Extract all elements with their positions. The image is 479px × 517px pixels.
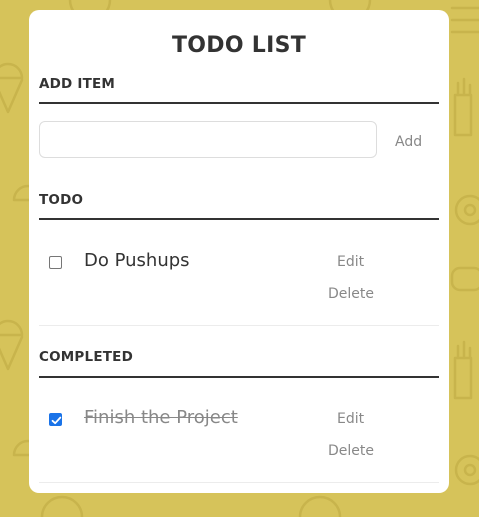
- completed-heading: COMPLETED: [39, 349, 133, 365]
- add-button[interactable]: Add: [395, 132, 422, 152]
- item-divider: [39, 325, 439, 326]
- todo-divider: [39, 218, 439, 220]
- app-title: TODO LIST: [171, 33, 307, 58]
- task-label: Finish the Project: [84, 407, 238, 428]
- todo-heading: TODO: [39, 192, 84, 208]
- item-divider: [39, 482, 439, 483]
- completed-divider: [39, 376, 439, 378]
- task-label: Do Pushups: [84, 250, 190, 271]
- check-glyph-icon: [51, 416, 62, 425]
- add-item-heading: ADD ITEM: [39, 76, 116, 92]
- checkmark-icon[interactable]: [49, 413, 62, 426]
- edit-button[interactable]: Edit: [337, 409, 364, 429]
- new-item-input[interactable]: [39, 121, 377, 158]
- delete-button[interactable]: Delete: [328, 441, 374, 461]
- checkbox-unchecked-icon[interactable]: [49, 256, 62, 269]
- add-item-divider: [39, 102, 439, 104]
- todo-card: TODO LIST ADD ITEM Add TODO Do Pushups E…: [29, 10, 449, 493]
- delete-button[interactable]: Delete: [328, 284, 374, 304]
- edit-button[interactable]: Edit: [337, 252, 364, 272]
